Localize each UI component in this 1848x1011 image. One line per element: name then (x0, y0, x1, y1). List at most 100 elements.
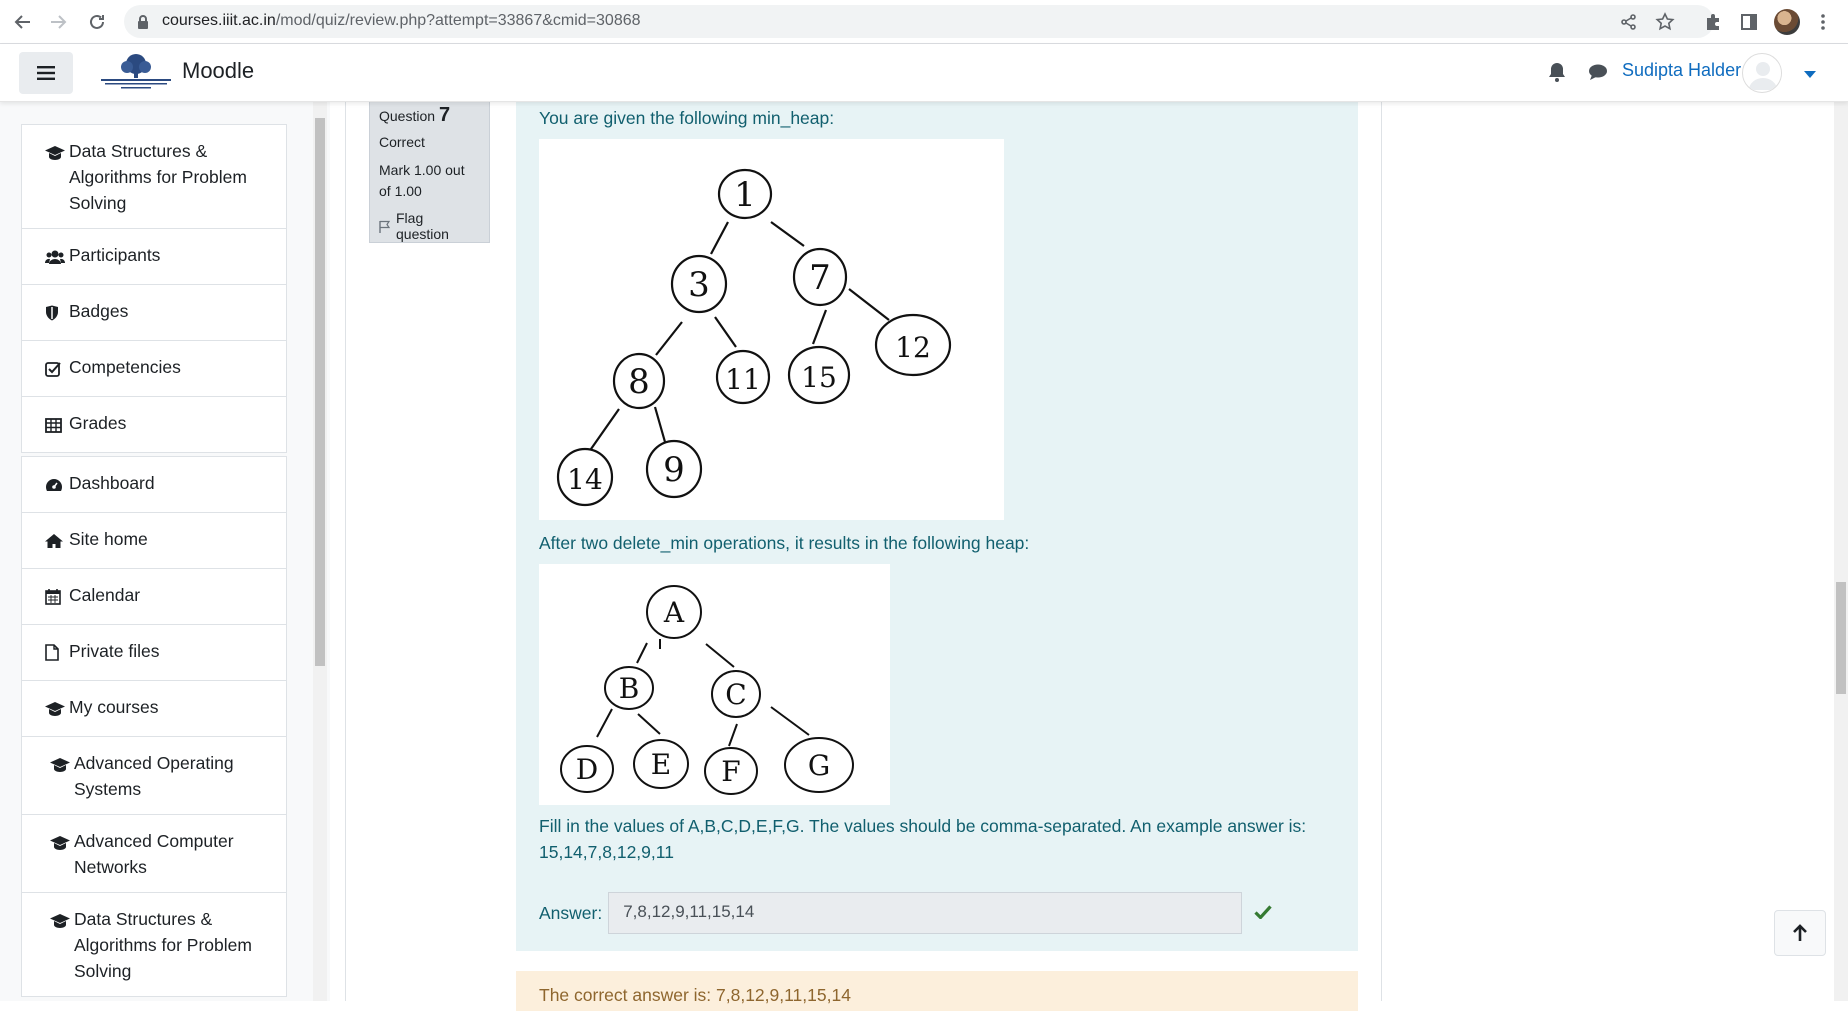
drawer-item-my-courses[interactable]: My courses (22, 681, 286, 737)
lock-icon (136, 14, 150, 35)
drawer-item-label: Competencies (69, 357, 181, 377)
site-brand[interactable]: Moodle (182, 58, 254, 84)
question-intro-text: You are given the following min_heap: (539, 108, 835, 128)
browser-profile-avatar[interactable] (1774, 9, 1800, 35)
graduation-cap-icon (50, 754, 74, 780)
drawer-item-label: Calendar (69, 585, 141, 605)
calendar-icon (45, 586, 69, 612)
drawer-item-label: Grades (69, 413, 127, 433)
page-scrollbar[interactable] (1834, 102, 1848, 1001)
user-avatar[interactable] (1742, 53, 1782, 93)
home-icon (45, 530, 69, 556)
url-text: courses.iiit.ac.in/mod/quiz/review.php?a… (162, 12, 641, 29)
graduation-cap-icon (50, 910, 74, 936)
messages-chat-icon[interactable] (1588, 63, 1608, 86)
iiit-logo[interactable] (97, 52, 175, 92)
drawer-item-grades[interactable]: Grades (22, 397, 286, 452)
heap2-node-label: G (808, 749, 830, 782)
site-nav-group: Dashboard Site home Calendar Private fil… (21, 456, 287, 997)
drawer-item-dashboard[interactable]: Dashboard (22, 457, 286, 513)
drawer-scrollbar[interactable] (313, 102, 327, 1001)
question-state: Correct (379, 134, 425, 150)
question-info-box: Question 7 Correct Mark 1.00 out of 1.00… (369, 98, 490, 243)
course-nav-group: Data Structures & Algorithms for Problem… (21, 124, 287, 453)
flag-icon (379, 220, 391, 233)
table-icon (45, 414, 69, 440)
drawer-item-course-dsa[interactable]: Data Structures & Algorithms for Problem… (22, 893, 286, 996)
heap1-node-label: 9 (663, 450, 685, 490)
result-heap-image: A B C D E F G (539, 564, 890, 805)
file-icon (45, 642, 69, 668)
correct-answer-feedback: The correct answer is: 7,8,12,9,11,15,14 (516, 971, 1358, 1011)
drawer-scrollbar-thumb[interactable] (315, 118, 325, 666)
notification-bell-icon[interactable] (1548, 62, 1566, 87)
reload-icon[interactable] (83, 8, 111, 36)
users-icon (44, 246, 69, 272)
heap2-node-label: E (651, 748, 671, 781)
drawer-item-course-aos[interactable]: Advanced Operating Systems (22, 737, 286, 815)
question-formulation: You are given the following min_heap: 1 … (516, 102, 1358, 951)
page-scrollbar-thumb[interactable] (1836, 582, 1846, 694)
drawer-item-course-acn[interactable]: Advanced Computer Networks (22, 815, 286, 893)
answer-input[interactable]: 7,8,12,9,11,15,14 (608, 892, 1243, 934)
moodle-navbar: Moodle Sudipta Halder (0, 44, 1848, 102)
drawer-item-course-home[interactable]: Data Structures & Algorithms for Problem… (22, 125, 286, 229)
heap2-node-label: C (725, 678, 746, 711)
forward-arrow-icon[interactable] (44, 8, 72, 36)
heap2-node-label: F (721, 755, 740, 788)
nav-drawer: Data Structures & Algorithms for Problem… (0, 102, 330, 1001)
drawer-item-label: Private files (69, 641, 160, 661)
drawer-item-label: Dashboard (69, 473, 155, 493)
extensions-puzzle-icon[interactable] (1700, 9, 1726, 35)
heap2-node-label: D (576, 753, 598, 786)
after-delete-text: After two delete_min operations, it resu… (539, 533, 1030, 553)
drawer-item-label: Badges (69, 301, 129, 321)
drawer-item-participants[interactable]: Participants (22, 229, 286, 285)
browser-toolbar: courses.iiit.ac.in/mod/quiz/review.php?a… (0, 0, 1848, 44)
correct-check-icon (1254, 903, 1272, 924)
arrow-up-icon (1793, 924, 1807, 941)
instruction-line-2: 15,14,7,8,12,9,11 (539, 842, 674, 862)
drawer-item-site-home[interactable]: Site home (22, 513, 286, 569)
heap1-node-label: 15 (801, 361, 837, 394)
address-bar[interactable]: courses.iiit.ac.in/mod/quiz/review.php?a… (124, 5, 1714, 38)
browser-menu-icon[interactable] (1810, 9, 1836, 35)
heap1-node-label: 14 (567, 463, 603, 496)
check-square-icon (45, 358, 69, 384)
heap1-node-label: 1 (734, 175, 756, 215)
drawer-item-competencies[interactable]: Competencies (22, 341, 286, 397)
drawer-item-label: Advanced Operating Systems (74, 753, 234, 799)
flag-question-link[interactable]: Flag question (379, 210, 480, 242)
correct-answer-text: The correct answer is: 7,8,12,9,11,15,14 (539, 985, 851, 1005)
page-border-left (345, 102, 346, 1001)
drawer-item-label: Site home (69, 529, 148, 549)
bookmark-star-icon[interactable] (1654, 11, 1676, 33)
drawer-item-private-files[interactable]: Private files (22, 625, 286, 681)
chevron-down-icon[interactable] (1804, 66, 1816, 84)
graduation-cap-icon (45, 142, 69, 168)
heap1-node-label: 12 (895, 331, 931, 364)
drawer-toggle-button[interactable] (19, 52, 73, 94)
drawer-item-badges[interactable]: Badges (22, 285, 286, 341)
drawer-item-calendar[interactable]: Calendar (22, 569, 286, 625)
drawer-item-label: Advanced Computer Networks (74, 831, 234, 877)
min-heap-image: 1 3 7 8 11 15 12 14 9 (539, 139, 1004, 520)
instruction-line-1: Fill in the values of A,B,C,D,E,F,G. The… (539, 816, 1307, 836)
back-to-top-button[interactable] (1774, 910, 1826, 956)
drawer-item-label: Data Structures & Algorithms for Problem… (74, 909, 252, 981)
heap1-node-label: 3 (688, 265, 710, 305)
share-icon[interactable] (1618, 11, 1640, 33)
shield-icon (45, 302, 69, 328)
back-arrow-icon[interactable] (9, 8, 37, 36)
answer-label: Answer: (539, 902, 603, 923)
heap2-node-label: A (663, 596, 685, 629)
user-menu-name[interactable]: Sudipta Halder (1622, 60, 1741, 81)
graduation-cap-icon (50, 832, 74, 858)
page-border-right (1381, 102, 1382, 1001)
heap1-node-label: 7 (809, 258, 831, 298)
side-panel-icon[interactable] (1736, 9, 1762, 35)
graduation-cap-icon (45, 698, 69, 724)
dashboard-icon (45, 474, 69, 500)
question-number: Question 7 (379, 104, 451, 126)
answer-row: Answer: 7,8,12,9,11,15,14 (539, 892, 1272, 934)
